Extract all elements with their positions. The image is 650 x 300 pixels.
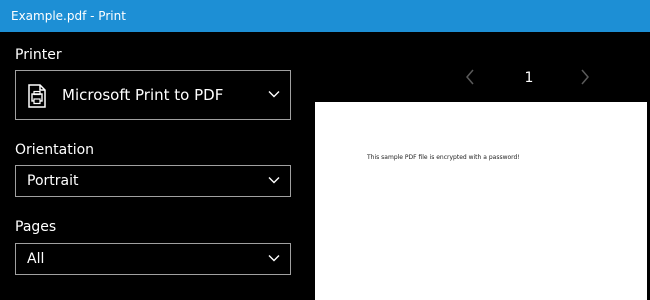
- preview-page-text: This sample PDF file is encrypted with a…: [367, 154, 520, 161]
- window-title: Example.pdf - Print: [11, 9, 126, 23]
- pages-label: Pages: [15, 219, 57, 235]
- chevron-right-icon[interactable]: [579, 68, 591, 86]
- printer-dropdown[interactable]: Microsoft Print to PDF: [15, 70, 291, 120]
- page-preview: This sample PDF file is encrypted with a…: [315, 102, 647, 300]
- printer-label: Printer: [15, 47, 62, 63]
- chevron-down-icon: [268, 177, 280, 184]
- page-number: 1: [524, 70, 534, 86]
- title-bar: Example.pdf - Print: [0, 0, 650, 32]
- orientation-dropdown[interactable]: Portrait: [15, 165, 291, 197]
- orientation-label: Orientation: [15, 142, 95, 158]
- pages-dropdown[interactable]: All: [15, 243, 291, 275]
- chevron-down-icon: [268, 91, 280, 98]
- settings-pane: Printer Microsoft Print to PDF Orientati…: [0, 32, 303, 300]
- orientation-selected: Portrait: [27, 173, 79, 189]
- preview-pane: 1 This sample PDF file is encrypted with…: [303, 32, 650, 300]
- chevron-down-icon: [268, 255, 280, 262]
- printer-selected: Microsoft Print to PDF: [62, 86, 224, 104]
- pages-selected: All: [27, 251, 45, 267]
- chevron-left-icon[interactable]: [464, 68, 476, 86]
- printer-icon: [28, 84, 46, 108]
- print-dialog: Example.pdf - Print Printer Microsoft Pr…: [0, 0, 650, 300]
